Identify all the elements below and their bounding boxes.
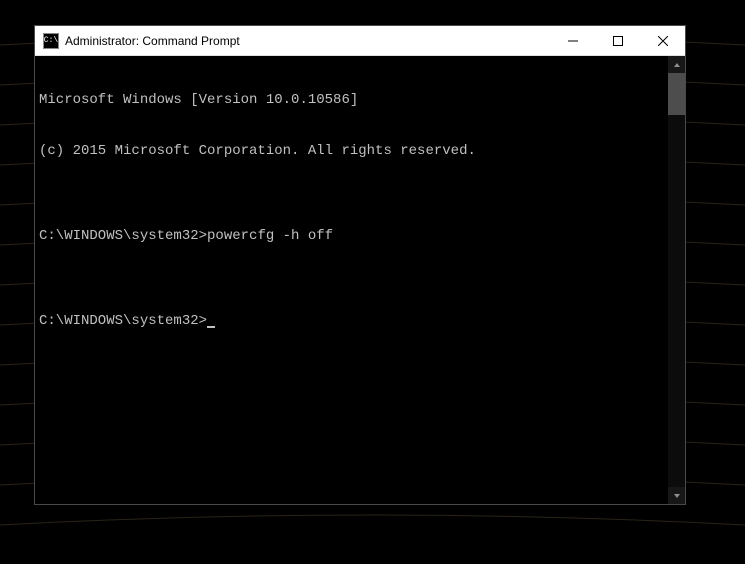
cursor (207, 326, 215, 328)
prompt-text: C:\WINDOWS\system32> (39, 313, 207, 330)
window-title: Administrator: Command Prompt (65, 34, 550, 48)
maximize-button[interactable] (595, 26, 640, 55)
command-prompt-window: C:\ Administrator: Command Prompt Micros… (34, 25, 686, 505)
terminal-content[interactable]: Microsoft Windows [Version 10.0.10586] (… (35, 56, 668, 504)
prompt-text: C:\WINDOWS\system32> (39, 228, 207, 244)
terminal-line-version: Microsoft Windows [Version 10.0.10586] (39, 92, 664, 109)
terminal-area[interactable]: Microsoft Windows [Version 10.0.10586] (… (35, 56, 685, 504)
close-icon (658, 36, 668, 46)
maximize-icon (613, 36, 623, 46)
scroll-down-button[interactable] (668, 487, 685, 504)
close-button[interactable] (640, 26, 685, 55)
terminal-command-line: C:\WINDOWS\system32>powercfg -h off (39, 228, 664, 245)
scroll-up-button[interactable] (668, 56, 685, 73)
command-input: powercfg -h off (207, 228, 333, 244)
minimize-icon (568, 36, 578, 46)
chevron-down-icon (673, 492, 681, 500)
scroll-thumb[interactable] (668, 73, 685, 115)
terminal-line-copyright: (c) 2015 Microsoft Corporation. All righ… (39, 143, 664, 160)
terminal-current-prompt: C:\WINDOWS\system32> (39, 313, 664, 330)
titlebar[interactable]: C:\ Administrator: Command Prompt (35, 26, 685, 56)
minimize-button[interactable] (550, 26, 595, 55)
window-controls (550, 26, 685, 55)
vertical-scrollbar[interactable] (668, 56, 685, 504)
chevron-up-icon (673, 61, 681, 69)
cmd-icon: C:\ (43, 33, 59, 49)
